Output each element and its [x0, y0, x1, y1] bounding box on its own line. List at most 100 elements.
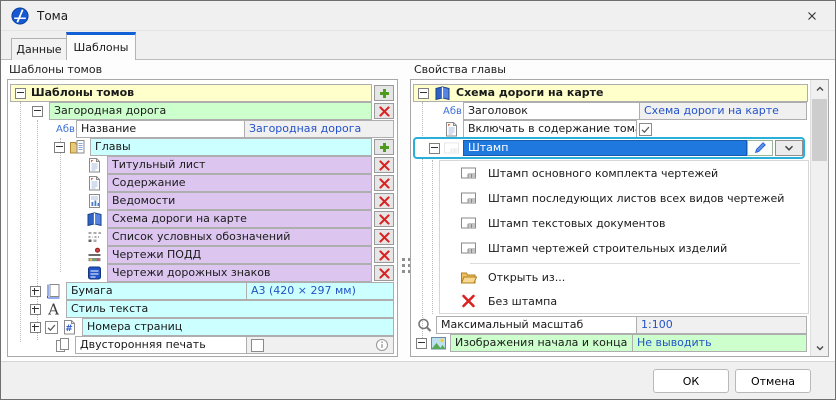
- chapter-label: Чертежи дорожных знаков: [112, 265, 271, 281]
- paper-label-cell[interactable]: Бумага: [66, 282, 247, 300]
- chapter-cell[interactable]: Содержание: [107, 174, 372, 192]
- stamp-option[interactable]: Штамп основного комплекта чертежей: [440, 161, 808, 185]
- plus-icon: [378, 87, 391, 100]
- delete-x-icon: [378, 177, 391, 190]
- tree-row-template[interactable]: Загородная дорога: [8, 102, 397, 120]
- scroll-up-button[interactable]: [811, 80, 828, 97]
- tree-row-root[interactable]: Шаблоны томов: [8, 84, 397, 102]
- add-template-button[interactable]: [374, 85, 394, 101]
- root-node-cell[interactable]: Шаблоны томов: [10, 84, 372, 102]
- text-style-cell[interactable]: Стиль текста: [66, 300, 394, 318]
- stamp-open-from-item[interactable]: Открыть из...: [440, 265, 808, 289]
- tree-row-title[interactable]: Абв Заголовок Схема дороги на карте: [411, 102, 828, 120]
- delete-chapter-button[interactable]: [374, 193, 394, 209]
- tree-row-chapter[interactable]: Титульный лист: [8, 156, 397, 174]
- scrollbar-thumb[interactable]: [812, 99, 827, 161]
- collapse-icon[interactable]: [416, 338, 427, 349]
- delete-chapter-button[interactable]: [374, 229, 394, 245]
- stamp-node-cell[interactable]: Штамп: [463, 140, 747, 156]
- stamp-row-selected[interactable]: Штамп: [413, 137, 805, 159]
- expand-icon[interactable]: [30, 322, 41, 333]
- page-numbers-checkbox[interactable]: [45, 321, 58, 334]
- tab-bar: Данные Шаблоны: [1, 31, 835, 60]
- delete-x-icon: [378, 231, 391, 244]
- chapter-cell[interactable]: Чертежи ПОДД: [107, 246, 372, 264]
- chapter-root-cell[interactable]: Схема дороги на карте: [413, 84, 808, 102]
- tree-row-text-style[interactable]: Стиль текста: [8, 300, 397, 318]
- chapter-label: Содержание: [112, 175, 186, 191]
- tree-row-chapters[interactable]: Главы: [8, 138, 397, 156]
- chapter-cell[interactable]: Чертежи дорожных знаков: [107, 264, 372, 282]
- chapter-cell[interactable]: Ведомости: [107, 192, 372, 210]
- stamp-option[interactable]: Штамп последующих листов всех видов черт…: [440, 186, 808, 210]
- tab-templates[interactable]: Шаблоны: [66, 32, 136, 60]
- plus-icon: [378, 141, 391, 154]
- stamp-none-item[interactable]: Без штампа: [440, 289, 808, 313]
- collapse-icon[interactable]: [54, 142, 65, 153]
- contents-page-icon: [86, 175, 103, 191]
- title-page-icon: [86, 157, 103, 173]
- collapse-icon[interactable]: [15, 88, 26, 99]
- delete-chapter-button[interactable]: [374, 265, 394, 281]
- template-node-cell[interactable]: Загородная дорога: [49, 102, 372, 120]
- images-label-cell[interactable]: Изображения начала и конца: [450, 334, 633, 352]
- tree-row-name[interactable]: Абв Название Загородная дорога: [8, 120, 397, 138]
- tree-row-page-numbers[interactable]: Номера страниц: [8, 318, 397, 336]
- tree-row-max-scale[interactable]: Максимальный масштаб 1:100: [411, 316, 828, 334]
- tree-row-paper[interactable]: Бумага А3 (420 × 297 мм): [8, 282, 397, 300]
- delete-x-icon: [378, 105, 391, 118]
- delete-chapter-button[interactable]: [374, 175, 394, 191]
- stamp-option[interactable]: Штамп текстовых документов: [440, 211, 808, 235]
- close-button[interactable]: [799, 4, 825, 28]
- page-numbers-cell[interactable]: Номера страниц: [82, 318, 394, 336]
- collapse-icon[interactable]: [32, 106, 43, 117]
- include-checkbox[interactable]: [639, 123, 652, 136]
- tree-row-chapter[interactable]: Чертежи дорожных знаков: [8, 264, 397, 282]
- title-value-cell[interactable]: Схема дороги на карте: [639, 102, 807, 120]
- delete-template-button[interactable]: [374, 103, 394, 119]
- tree-row-chapter[interactable]: Ведомости: [8, 192, 397, 210]
- delete-chapter-button[interactable]: [374, 211, 394, 227]
- ok-button[interactable]: ОК: [653, 369, 729, 393]
- left-panel-caption: Шаблоны томов: [9, 63, 102, 76]
- expand-icon[interactable]: [30, 304, 41, 315]
- tree-row-include[interactable]: Включать в содержание тома: [411, 120, 828, 138]
- vertical-scrollbar[interactable]: [810, 80, 828, 356]
- tab-data[interactable]: Данные: [11, 38, 67, 60]
- open-from-label: Открыть из...: [488, 271, 565, 284]
- stamp-edit-button[interactable]: [747, 140, 773, 156]
- delete-chapter-button[interactable]: [374, 247, 394, 263]
- cancel-button[interactable]: Отмена: [735, 369, 811, 393]
- tree-row-chapter[interactable]: Содержание: [8, 174, 397, 192]
- chapters-node-cell[interactable]: Главы: [90, 138, 372, 156]
- chapter-cell[interactable]: Схема дороги на карте: [107, 210, 372, 228]
- tree-row-duplex[interactable]: Двусторонняя печать: [8, 336, 397, 354]
- add-chapter-button[interactable]: [374, 139, 394, 155]
- magnifier-icon: [416, 317, 433, 333]
- chapter-label: Чертежи ПОДД: [112, 247, 201, 263]
- info-icon[interactable]: [375, 338, 389, 352]
- chapter-cell[interactable]: Титульный лист: [107, 156, 372, 174]
- image-icon: [430, 335, 447, 351]
- stamp-dropdown-button[interactable]: [775, 140, 803, 156]
- collapse-icon[interactable]: [429, 143, 440, 154]
- statements-table-icon: [86, 193, 103, 209]
- collapse-icon[interactable]: [418, 88, 429, 99]
- expand-icon[interactable]: [30, 286, 41, 297]
- scroll-down-button[interactable]: [811, 339, 828, 356]
- chapter-cell[interactable]: Список условных обозначений: [107, 228, 372, 246]
- duplex-checkbox[interactable]: [251, 339, 264, 352]
- delete-chapter-button[interactable]: [374, 157, 394, 173]
- max-scale-value-cell[interactable]: 1:100: [636, 316, 807, 334]
- images-value-cell[interactable]: Не выводить: [632, 334, 807, 352]
- tree-row-images[interactable]: Изображения начала и конца Не выводить: [411, 334, 828, 352]
- tree-row-chapter[interactable]: Список условных обозначений: [8, 228, 397, 246]
- tree-row-chapter[interactable]: Чертежи ПОДД: [8, 246, 397, 264]
- tree-row-chapter-root[interactable]: Схема дороги на карте: [411, 84, 828, 102]
- paper-value-cell[interactable]: А3 (420 × 297 мм): [246, 282, 394, 300]
- chapter-label: Титульный лист: [112, 157, 205, 173]
- stamp-option[interactable]: Штамп чертежей строительных изделий: [440, 236, 808, 260]
- name-value-cell[interactable]: Загородная дорога: [244, 120, 394, 138]
- tree-row-chapter[interactable]: Схема дороги на карте: [8, 210, 397, 228]
- delete-x-icon: [378, 267, 391, 280]
